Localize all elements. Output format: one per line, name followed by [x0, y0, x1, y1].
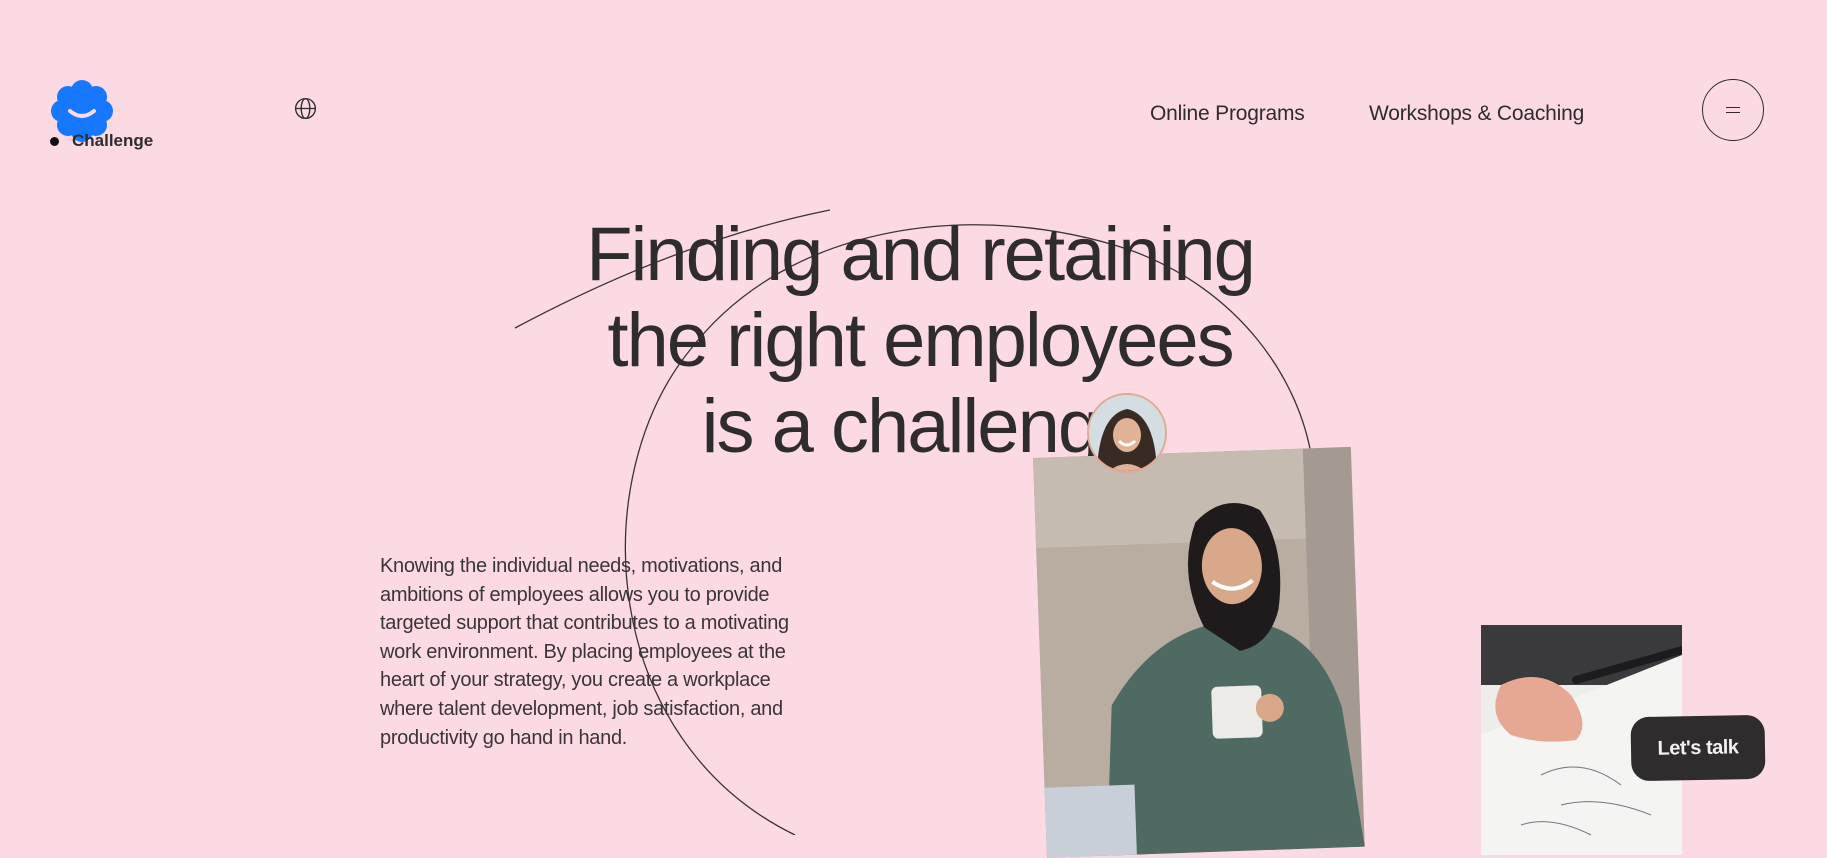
section-label-text: Challenge — [72, 131, 154, 150]
globe-icon[interactable] — [294, 97, 317, 120]
hero-description: Knowing the individual needs, motivation… — [380, 555, 789, 749]
headline-line-2: the right employees — [607, 298, 1234, 383]
hero-headline: Finding and retaining the right employee… — [480, 212, 1360, 470]
nav-workshops-coaching[interactable]: Workshops & Coaching — [1369, 102, 1584, 126]
headline-line-1: Finding and retaining — [586, 212, 1256, 297]
nav-online-programs[interactable]: Online Programs — [1150, 102, 1305, 126]
hamburger-icon — [1726, 107, 1740, 113]
lets-talk-button[interactable]: Let's talk — [1630, 714, 1766, 782]
menu-button[interactable] — [1702, 79, 1764, 141]
photo-woman-with-mug — [1033, 446, 1365, 858]
section-label: Challenge — [50, 131, 153, 151]
bullet-dot — [50, 136, 59, 146]
avatar — [1087, 393, 1167, 473]
